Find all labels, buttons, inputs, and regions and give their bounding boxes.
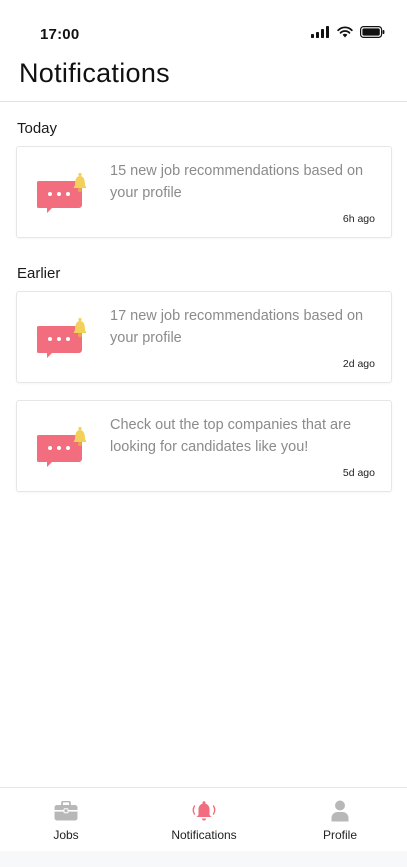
notification-time: 6h ago [342,213,375,225]
notification-card[interactable]: Check out the top companies that are loo… [16,400,392,492]
status-time: 17:00 [40,26,80,43]
chat-bell-icon [37,426,87,467]
notification-text: 15 new job recommendations based on your… [110,163,364,201]
chat-bell-icon [37,172,87,213]
status-icons [311,26,385,38]
bottom-nav: Jobs Notifications Profile [0,787,407,851]
home-indicator-area [0,851,407,867]
section-label-earlier: Earlier [17,265,61,282]
nav-item-jobs[interactable]: Jobs [26,788,106,852]
nav-item-profile[interactable]: Profile [300,788,380,852]
nav-item-notifications[interactable]: Notifications [154,788,254,852]
briefcase-icon [54,801,78,821]
chat-bell-icon [37,317,87,358]
notification-time: 5d ago [342,467,375,479]
status-bar: 17:00 [0,0,407,56]
nav-label-notifications: Notifications [171,828,237,842]
notification-time: 2d ago [342,358,375,370]
page-title: Notifications [19,58,170,88]
bell-icon [192,801,216,821]
battery-icon [360,26,385,38]
nav-label-jobs: Jobs [53,828,79,842]
person-icon [331,800,349,822]
header-divider [0,101,407,102]
notification-text: Check out the top companies that are loo… [110,417,352,455]
notification-card[interactable]: 15 new job recommendations based on your… [16,146,392,238]
wifi-icon [337,26,353,38]
signal-icon [311,26,329,38]
section-label-today: Today [17,120,58,137]
notification-text: 17 new job recommendations based on your… [110,308,364,346]
nav-label-profile: Profile [322,828,357,842]
notification-card[interactable]: 17 new job recommendations based on your… [16,291,392,383]
